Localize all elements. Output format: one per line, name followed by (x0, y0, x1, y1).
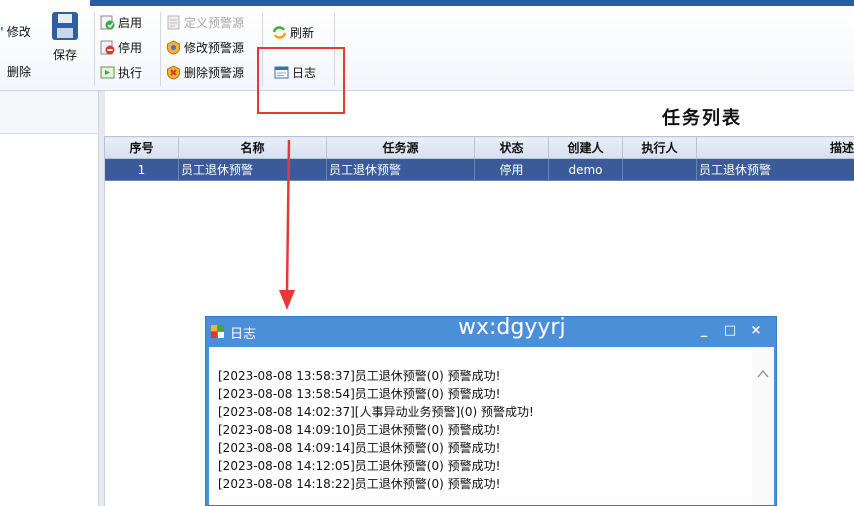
column-header-description[interactable]: 描述 (696, 136, 854, 159)
delete-source-button[interactable]: 删除预警源 (166, 64, 244, 81)
enable-icon (100, 15, 115, 30)
save-disk-icon (52, 12, 78, 40)
log-line: [2023-08-08 14:09:10]员工退休预警(0) 预警成功! (218, 423, 501, 437)
ribbon-separator (94, 12, 95, 86)
delete-label: 删除 (7, 65, 32, 79)
log-text-area[interactable]: [2023-08-08 13:58:37]员工退休预警(0) 预警成功! [20… (209, 347, 774, 505)
cell-index[interactable]: 1 (104, 158, 179, 181)
cell-executor[interactable] (622, 158, 697, 181)
column-header-creator[interactable]: 创建人 (548, 136, 623, 159)
define-source-icon (166, 15, 181, 30)
table-row[interactable]: 1 员工退休预警 员工退休预警 停用 demo 员工退休预警 (104, 158, 854, 181)
enable-button[interactable]: 启用 (100, 14, 142, 31)
enable-label: 启用 (118, 16, 143, 30)
task-grid: 序号 名称 任务源 状态 创建人 执行人 描述 1 员工退休预警 员工退休预警 … (104, 136, 854, 181)
column-header-name[interactable]: 名称 (178, 136, 327, 159)
column-header-status[interactable]: 状态 (474, 136, 549, 159)
execute-icon (100, 65, 115, 80)
execute-button[interactable]: 执行 (100, 64, 142, 81)
save-label: 保存 (52, 48, 77, 62)
delete-source-label: 删除预警源 (184, 66, 245, 80)
dialog-title: 日志 (230, 327, 257, 342)
log-line: [2023-08-08 14:18:22]员工退休预警(0) 预警成功! (218, 477, 501, 491)
log-line: [2023-08-08 13:58:37]员工退休预警(0) 预警成功! (218, 369, 501, 383)
annotation-arrow (279, 140, 295, 310)
column-header-source[interactable]: 任务源 (326, 136, 475, 159)
execute-label: 执行 (118, 66, 143, 80)
ribbon-separator (160, 12, 161, 86)
delete-source-icon (166, 65, 181, 80)
close-button[interactable]: × (746, 321, 766, 341)
ribbon-toolbar: ' 修改 删除 保存 启用 停用 执行 定义预警源 修改预警源 删除预警源 刷新… (0, 6, 854, 91)
task-list-title: 任务列表 (662, 108, 742, 129)
left-panel-header (0, 91, 98, 134)
log-list: [2023-08-08 13:58:37]员工退休预警(0) 预警成功! [20… (218, 367, 753, 493)
scroll-up-icon[interactable] (756, 367, 770, 381)
save-button[interactable]: 保存 (52, 12, 78, 63)
log-line: [2023-08-08 14:02:37][人事异动业务预警](0) 预警成功! (218, 405, 534, 419)
minimize-button[interactable]: _ (694, 321, 714, 341)
define-source-button[interactable]: 定义预警源 (166, 14, 244, 31)
log-line: [2023-08-08 13:58:54]员工退休预警(0) 预警成功! (218, 387, 501, 401)
log-line: [2023-08-08 14:12:05]员工退休预警(0) 预警成功! (218, 459, 501, 473)
column-header-index[interactable]: 序号 (104, 136, 179, 159)
watermark-text: wx:dgyyrj (458, 315, 566, 340)
grid-border (104, 158, 105, 506)
disable-label: 停用 (118, 41, 143, 55)
column-header-executor[interactable]: 执行人 (622, 136, 697, 159)
cell-status[interactable]: 停用 (474, 158, 549, 181)
define-source-label: 定义预警源 (184, 16, 245, 30)
grid-header-row: 序号 名称 任务源 状态 创建人 执行人 描述 (104, 136, 854, 159)
maximize-button[interactable]: □ (720, 321, 740, 341)
app-icon (211, 325, 225, 339)
log-dialog: 日志 wx:dgyyrj _ □ × [2023-08-08 13:58:37]… (205, 315, 777, 506)
refresh-label: 刷新 (290, 26, 315, 40)
disable-icon (100, 40, 115, 55)
modify-button[interactable]: ' 修改 (0, 23, 31, 40)
modify-source-icon (166, 40, 181, 55)
cell-source[interactable]: 员工退休预警 (326, 158, 475, 181)
modify-icon: ' (0, 24, 4, 39)
modify-label: 修改 (6, 25, 31, 39)
modify-source-button[interactable]: 修改预警源 (166, 39, 244, 56)
log-line: [2023-08-08 14:09:14]员工退休预警(0) 预警成功! (218, 441, 501, 455)
refresh-button[interactable]: 刷新 (272, 24, 314, 41)
dialog-title-bar[interactable]: 日志 wx:dgyyrj _ □ × (206, 315, 776, 345)
cell-creator[interactable]: demo (548, 158, 623, 181)
cell-name[interactable]: 员工退休预警 (178, 158, 327, 181)
log-scrollbar[interactable] (752, 347, 774, 505)
modify-source-label: 修改预警源 (184, 41, 245, 55)
log-button-highlight (257, 47, 345, 114)
disable-button[interactable]: 停用 (100, 39, 142, 56)
refresh-icon (272, 25, 287, 40)
cell-description[interactable]: 员工退休预警 (696, 158, 854, 181)
delete-button[interactable]: 删除 (7, 63, 31, 80)
left-panel (0, 91, 98, 506)
